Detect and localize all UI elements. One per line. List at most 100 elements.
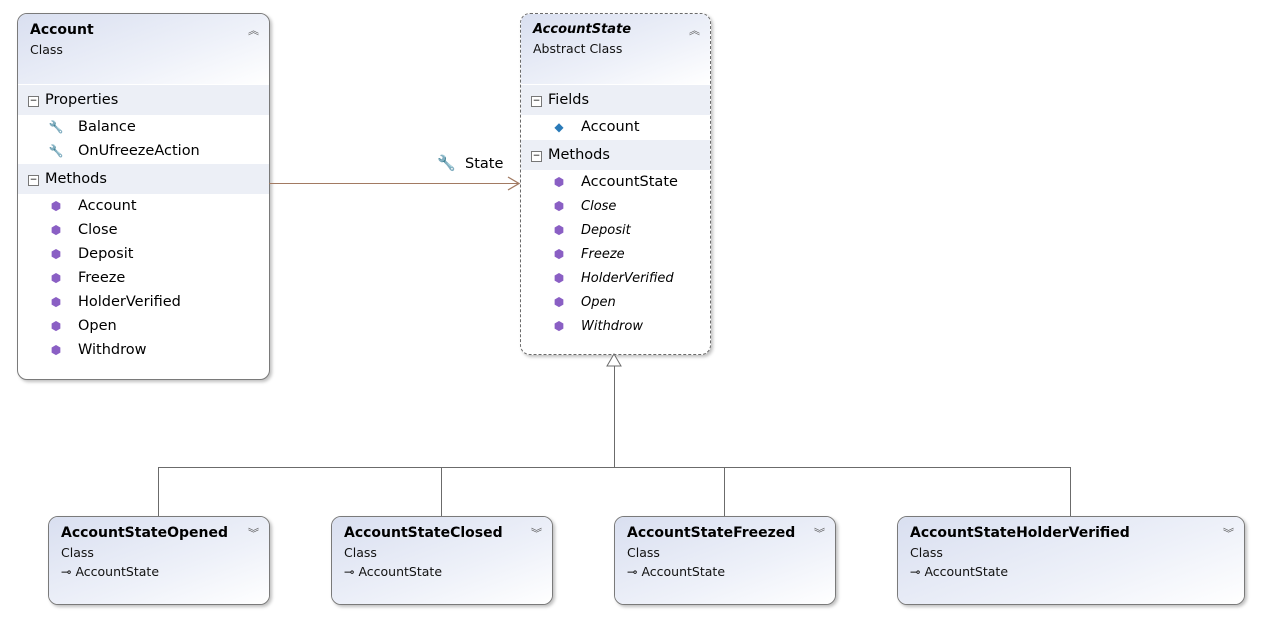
collapse-chevron-up-icon[interactable]: ︽ [248,22,259,38]
method-icon: ⬢ [50,223,62,237]
protected-method-icon: ⬢ [553,271,565,285]
wrench-icon: 🔧 [48,144,64,158]
method-icon: ⬢ [50,343,62,357]
expand-chevron-down-icon[interactable]: ︾ [814,525,825,541]
protected-method-icon: ⬢ [553,223,565,237]
collapse-minus-icon[interactable]: − [531,151,542,162]
association-line[interactable] [269,183,519,184]
method-icon: ⬢ [50,319,62,333]
member-item[interactable]: ⬢ Account [18,194,269,218]
collapse-minus-icon[interactable]: − [531,96,542,107]
class-subclass[interactable]: AccountStateOpened Class ⊸ AccountState … [48,516,270,605]
collapse-minus-icon[interactable]: − [28,96,39,107]
inherits-arrow-icon: ⊸ [910,564,925,579]
section-header[interactable]: − Methods [18,163,269,194]
base-class: AccountState [924,564,1009,579]
member-item[interactable]: ⬢ Freeze [18,266,269,290]
method-icon: ⬢ [50,295,62,309]
protected-method-icon: ⬢ [553,175,565,189]
inheritance-branch [158,467,159,516]
class-stereotype: Class [61,545,94,560]
member-label: Deposit [581,223,631,238]
class-subclass[interactable]: AccountStateClosed Class ⊸ AccountState … [331,516,553,605]
association-label[interactable]: State [465,156,503,172]
class-account[interactable]: Account Class ︽ − Properties 🔧 Balance 🔧 OnUf… [17,13,270,380]
inheritance-trunk [614,366,615,467]
section-label: Properties [45,92,119,108]
inheritance-branch [1070,467,1071,516]
member-label: Open [78,318,117,334]
member-item[interactable]: ⬢ Close [18,218,269,242]
member-label: AccountState [581,174,678,190]
class-stereotype: Class [344,545,377,560]
section-label: Methods [548,147,610,163]
section-label: Methods [45,171,107,187]
member-item[interactable]: ⬢ Open [521,290,710,314]
member-item[interactable]: ⬢ Close [521,194,710,218]
protected-method-icon: ⬢ [553,247,565,261]
section-header[interactable]: − Methods [521,139,710,170]
member-label: Withdrow [581,319,643,334]
association-arrowhead-icon [507,176,521,191]
member-label: Open [581,295,616,310]
member-item[interactable]: ⬢ AccountState [521,170,710,194]
class-name: AccountStateOpened [61,525,228,541]
protected-method-icon: ⬢ [553,319,565,333]
expand-chevron-down-icon[interactable]: ︾ [1223,525,1234,541]
section-label: Fields [548,92,590,108]
member-label: Withdrow [78,342,147,358]
class-stereotype: Class [30,42,63,57]
class-stereotype: Class [910,545,943,560]
expand-chevron-down-icon[interactable]: ︾ [531,525,542,541]
expand-chevron-down-icon[interactable]: ︾ [248,525,259,541]
member-item[interactable]: ⬢ Open [18,314,269,338]
member-item[interactable]: 🔧 OnUfreezeAction [18,139,269,163]
member-item[interactable]: 🔧 Balance [18,115,269,139]
member-label: Close [78,222,118,238]
member-item[interactable]: ⬢ Deposit [521,218,710,242]
inheritance-bus [158,467,1071,468]
class-subclass[interactable]: AccountStateHolderVerified Class ⊸ Accou… [897,516,1245,605]
field-icon: ◆ [554,120,564,134]
member-label: Close [581,199,617,214]
base-class: AccountState [75,564,160,579]
class-name: Account [30,22,94,38]
member-item[interactable]: ⬢ Withdrow [18,338,269,362]
member-label: Account [581,119,640,135]
member-item[interactable]: ⬢ Withdrow [521,314,710,338]
member-item[interactable]: ⬢ HolderVerified [521,266,710,290]
wrench-icon: 🔧 [437,154,456,172]
member-label: Deposit [78,246,134,262]
member-label: OnUfreezeAction [78,143,200,159]
member-label: Account [78,198,137,214]
section-header[interactable]: − Fields [521,84,710,115]
wrench-icon: 🔧 [48,120,64,134]
class-name: AccountStateHolderVerified [910,525,1130,541]
method-icon: ⬢ [50,199,62,213]
member-item[interactable]: ◆ Account [521,115,710,139]
class-name: AccountStateFreezed [627,525,796,541]
member-label: Freeze [78,270,126,286]
class-account-state[interactable]: AccountState Abstract Class ︽ − Fields ◆ Ac… [520,13,711,355]
member-label: Freeze [581,247,625,262]
base-class: AccountState [641,564,726,579]
collapse-minus-icon[interactable]: − [28,175,39,186]
inheritance-branch [724,467,725,516]
member-item[interactable]: ⬢ Freeze [521,242,710,266]
collapse-chevron-up-icon[interactable]: ︽ [689,22,700,38]
protected-method-icon: ⬢ [553,199,565,213]
member-label: Balance [78,119,136,135]
inherits-arrow-icon: ⊸ [344,564,359,579]
section-header[interactable]: − Properties [18,84,269,115]
class-name: AccountStateClosed [344,525,503,541]
class-stereotype: Class [627,545,660,560]
member-item[interactable]: ⬢ Deposit [18,242,269,266]
inheritance-branch [441,467,442,516]
class-subclass[interactable]: AccountStateFreezed Class ⊸ AccountState… [614,516,836,605]
member-item[interactable]: ⬢ HolderVerified [18,290,269,314]
member-label: HolderVerified [581,271,674,286]
inherits-arrow-icon: ⊸ [61,564,76,579]
class-stereotype: Abstract Class [533,41,623,56]
inherits-arrow-icon: ⊸ [627,564,642,579]
base-class: AccountState [358,564,443,579]
